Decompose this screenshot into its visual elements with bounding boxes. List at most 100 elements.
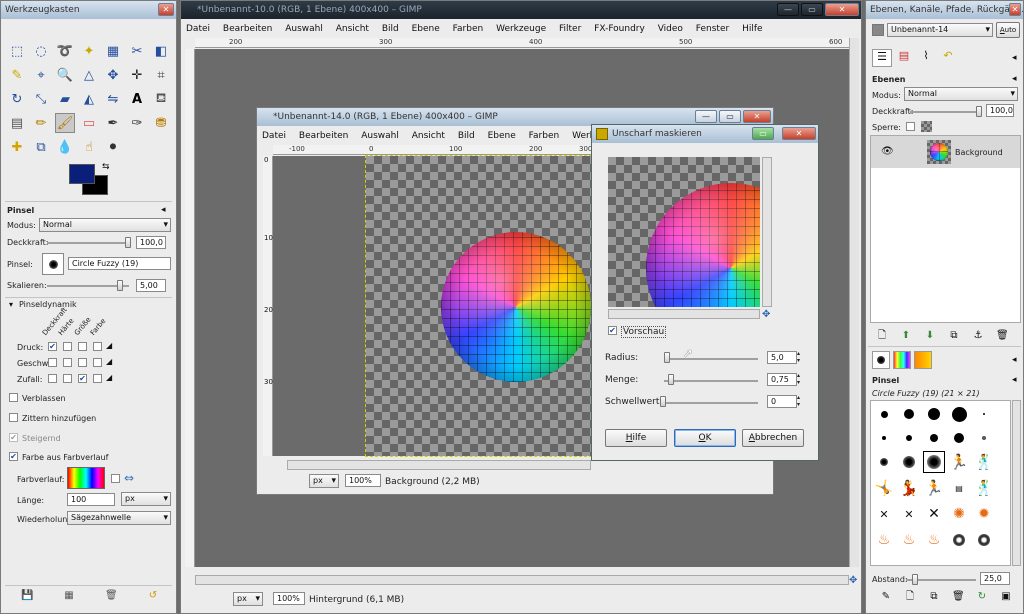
text-icon[interactable]: A bbox=[127, 89, 147, 109]
brush-item[interactable]: 🏃 bbox=[923, 477, 945, 499]
brush-name-field[interactable]: Circle Fuzzy (19) bbox=[68, 257, 171, 270]
scale-input[interactable]: 5,00 bbox=[136, 279, 166, 292]
layer-opacity-slider[interactable] bbox=[910, 111, 980, 113]
brush-item[interactable]: ✕ bbox=[873, 503, 895, 525]
brush-item[interactable] bbox=[948, 403, 970, 425]
dyn-checkbox[interactable] bbox=[48, 358, 57, 367]
main-zoom-field[interactable]: 100% bbox=[273, 592, 305, 605]
brushes-panel-menu-icon[interactable]: ◂ bbox=[1012, 375, 1017, 385]
foreground-select-icon[interactable]: ◧ bbox=[151, 41, 171, 61]
brush-item[interactable] bbox=[973, 529, 995, 551]
crop-icon[interactable]: ⌗ bbox=[151, 65, 171, 85]
length-unit-dropdown[interactable]: px bbox=[121, 492, 171, 506]
scale-icon[interactable]: ⤡ bbox=[31, 89, 51, 109]
brush-item[interactable]: ♨ bbox=[923, 529, 945, 551]
heal-icon[interactable]: ✚ bbox=[7, 137, 27, 157]
menu-item[interactable]: FX-Foundry bbox=[594, 24, 645, 34]
image-zoom-field[interactable]: 100% bbox=[345, 474, 381, 487]
menu-item[interactable]: Ansicht bbox=[336, 24, 369, 34]
main-unit-dropdown[interactable]: px bbox=[233, 592, 263, 606]
dyn-checkbox[interactable] bbox=[63, 374, 72, 383]
free-select-icon[interactable]: ➰ bbox=[55, 41, 75, 61]
menu-item[interactable]: Hilfe bbox=[742, 24, 762, 34]
menu-item[interactable]: Filter bbox=[559, 24, 581, 34]
radius-slider[interactable] bbox=[664, 358, 758, 360]
foreground-color-swatch[interactable] bbox=[69, 164, 95, 184]
menu-item[interactable]: Farben bbox=[529, 131, 560, 141]
dock-tab-layers-icon[interactable]: ☰ bbox=[872, 49, 892, 67]
incremental-checkbox[interactable]: ✔ bbox=[9, 433, 18, 442]
perspective-icon[interactable]: ◭ bbox=[79, 89, 99, 109]
dyn-checkbox[interactable] bbox=[63, 342, 72, 351]
brush-item[interactable] bbox=[973, 403, 995, 425]
close-button[interactable]: ✕ bbox=[1009, 3, 1021, 16]
dock-tab-undo-icon[interactable]: ↶ bbox=[938, 49, 958, 67]
new-layer-icon[interactable]: 🗋 bbox=[876, 330, 888, 342]
brush-item[interactable]: ✕ bbox=[898, 503, 920, 525]
dyn-checkbox[interactable] bbox=[63, 358, 72, 367]
image-horizontal-scrollbar[interactable] bbox=[287, 460, 591, 470]
lock-alpha-icon[interactable] bbox=[921, 121, 932, 132]
visibility-eye-icon[interactable]: 👁 bbox=[881, 146, 894, 157]
jitter-checkbox[interactable] bbox=[9, 413, 18, 422]
brush-item[interactable] bbox=[873, 427, 895, 449]
amount-input[interactable]: 0,75 bbox=[767, 373, 797, 386]
spacing-slider-thumb[interactable] bbox=[912, 574, 918, 585]
color-picker-icon[interactable]: ⌖ bbox=[31, 65, 51, 85]
close-button[interactable]: ✕ bbox=[825, 3, 859, 16]
menu-item[interactable]: Fenster bbox=[696, 24, 729, 34]
tool-options-menu-icon[interactable]: ◂ bbox=[161, 205, 166, 215]
save-options-icon[interactable]: 💾 bbox=[21, 590, 33, 602]
refresh-brushes-icon[interactable]: ↻ bbox=[976, 591, 988, 603]
menu-item[interactable]: Ebene bbox=[488, 131, 516, 141]
main-vertical-scrollbar[interactable] bbox=[849, 38, 859, 567]
dyn-checkbox[interactable] bbox=[93, 374, 102, 383]
brush-item[interactable]: ♨ bbox=[898, 529, 920, 551]
bucket-fill-icon[interactable]: ⛾ bbox=[151, 89, 171, 109]
maximize-button[interactable]: ▭ bbox=[719, 110, 741, 123]
opacity-slider[interactable] bbox=[47, 242, 129, 244]
menu-item[interactable]: Datei bbox=[262, 131, 286, 141]
minimize-button[interactable]: — bbox=[777, 3, 799, 16]
toolbox-titlebar[interactable]: Werkzeugkasten bbox=[1, 1, 176, 19]
blur-icon[interactable]: 💧 bbox=[55, 137, 75, 157]
lower-layer-icon[interactable]: ⬇ bbox=[924, 330, 936, 342]
minimize-button[interactable]: ▭ bbox=[752, 127, 774, 140]
move-icon[interactable]: ✥ bbox=[103, 65, 123, 85]
brush-item[interactable] bbox=[923, 427, 945, 449]
opacity-input[interactable]: 100,0 bbox=[136, 236, 166, 249]
brush-item[interactable]: ♨ bbox=[873, 529, 895, 551]
brushes-menu-icon[interactable]: ◂ bbox=[1012, 355, 1017, 365]
radius-spinner-icon[interactable]: ▴ ▾ bbox=[797, 350, 800, 364]
new-brush-icon[interactable]: 🗋 bbox=[904, 591, 916, 603]
menu-item[interactable]: Datei bbox=[186, 24, 210, 34]
swap-colors-icon[interactable]: ⇆ bbox=[102, 162, 110, 172]
layers-dock-titlebar[interactable]: Ebenen, Kanäle, Pfade, Rückgäng... bbox=[866, 1, 1023, 19]
threshold-input[interactable]: 0 bbox=[767, 395, 797, 408]
close-button[interactable]: ✕ bbox=[782, 127, 816, 140]
align-icon[interactable]: ✛ bbox=[127, 65, 147, 85]
image-unit-dropdown[interactable]: px bbox=[309, 474, 339, 488]
brush-item[interactable] bbox=[873, 403, 895, 425]
brush-item[interactable] bbox=[948, 427, 970, 449]
brush-item[interactable]: ✕ bbox=[923, 503, 945, 525]
cancel-button[interactable]: Abbrechen bbox=[742, 429, 804, 447]
layers-menu-icon[interactable]: ◂ bbox=[1012, 74, 1017, 84]
layer-opacity-slider-thumb[interactable] bbox=[976, 106, 982, 117]
brush-item[interactable]: 🕺 bbox=[973, 451, 995, 473]
fuzzy-select-icon[interactable]: ✦ bbox=[79, 41, 99, 61]
dyn-checkbox[interactable] bbox=[78, 342, 87, 351]
dyn-checkbox[interactable] bbox=[93, 358, 102, 367]
dock-tab-channels-icon[interactable]: ▤ bbox=[894, 49, 914, 67]
clone-icon[interactable]: ⛃ bbox=[151, 113, 171, 133]
menu-item[interactable]: Ebene bbox=[412, 24, 440, 34]
measure-icon[interactable]: △ bbox=[79, 65, 99, 85]
menu-item[interactable]: Bild bbox=[458, 131, 475, 141]
menu-item[interactable]: Ansicht bbox=[412, 131, 445, 141]
anchor-layer-icon[interactable]: ⚓ bbox=[972, 330, 984, 342]
help-button[interactable]: Hilfe bbox=[605, 429, 667, 447]
brush-item[interactable]: 🏃 bbox=[948, 451, 970, 473]
dock-tab-patterns-icon[interactable] bbox=[893, 351, 911, 369]
paintbrush-icon[interactable]: 🖌 bbox=[55, 113, 75, 133]
dyn-checkbox[interactable] bbox=[93, 342, 102, 351]
